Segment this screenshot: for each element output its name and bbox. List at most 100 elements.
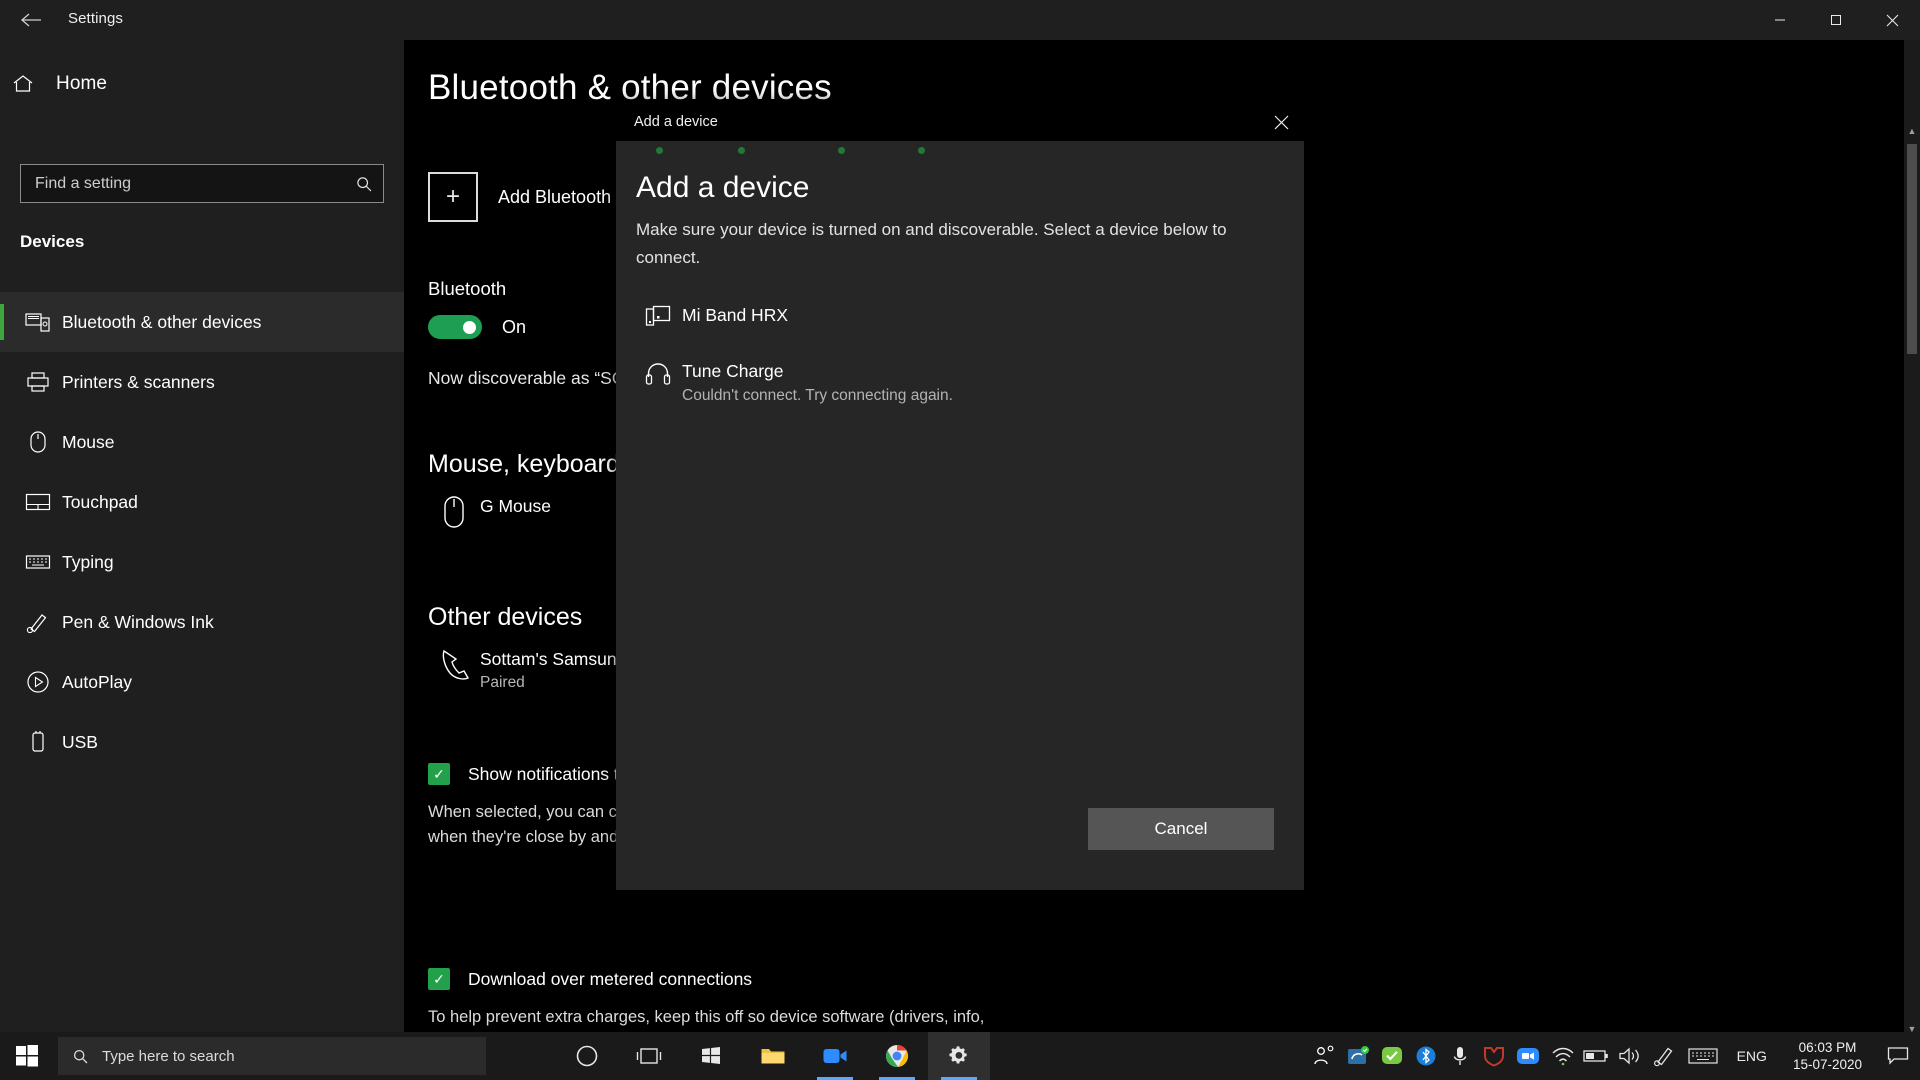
- start-button[interactable]: [0, 1032, 54, 1080]
- sidebar-item-bluetooth-other-devices[interactable]: Bluetooth & other devices: [0, 292, 404, 352]
- bluetooth-icon[interactable]: [1409, 1032, 1443, 1080]
- sidebar-item-home[interactable]: Home: [0, 62, 404, 106]
- sidebar-item-label: Printers & scanners: [62, 371, 215, 392]
- sidebar-item-label: Bluetooth & other devices: [62, 311, 262, 332]
- dialog-titlebar-text: Add a device: [634, 114, 718, 130]
- plus-icon: +: [428, 172, 478, 222]
- maximize-button[interactable]: [1808, 0, 1864, 40]
- taskbar: Type here to search ENG 06:03 PM 15-07-2…: [0, 1032, 1920, 1080]
- cortana-icon[interactable]: [556, 1032, 618, 1080]
- dialog-close-icon[interactable]: [1258, 103, 1304, 141]
- sidebar-item-autoplay[interactable]: AutoPlay: [0, 652, 404, 712]
- sidebar-nav-list: Bluetooth & other devices Printers & sca…: [0, 292, 404, 772]
- task-view-icon[interactable]: [618, 1032, 680, 1080]
- search-icon[interactable]: [345, 176, 383, 192]
- list-item[interactable]: Mi Band HRX: [634, 293, 1284, 349]
- home-icon: [12, 74, 56, 94]
- clock[interactable]: 06:03 PM 15-07-2020: [1779, 1039, 1876, 1073]
- battery-icon[interactable]: [1579, 1032, 1613, 1080]
- phone-icon: [428, 648, 480, 682]
- taskbar-search-box[interactable]: Type here to search: [58, 1037, 486, 1075]
- device-status: Couldn't connect. Try connecting again.: [682, 387, 953, 404]
- pen-tray-icon[interactable]: [1647, 1032, 1681, 1080]
- sidebar-home-label: Home: [56, 73, 108, 94]
- sidebar-item-label: Touchpad: [62, 491, 138, 512]
- progress-dot: [838, 147, 845, 154]
- headphones-icon: [634, 359, 682, 387]
- file-explorer-icon[interactable]: [742, 1032, 804, 1080]
- progress-dot: [738, 147, 745, 154]
- sidebar-item-printers-scanners[interactable]: Printers & scanners: [0, 352, 404, 412]
- bluetooth-devices-icon: [14, 311, 62, 333]
- progress-dot: [656, 147, 663, 154]
- sidebar-item-label: Pen & Windows Ink: [62, 611, 214, 632]
- device-name: Mi Band HRX: [682, 305, 789, 325]
- device-tablet-icon: [634, 303, 682, 329]
- printer-icon: [14, 371, 62, 393]
- scroll-up-arrow-icon[interactable]: ▲: [1904, 122, 1920, 140]
- progress-dot: [918, 147, 925, 154]
- sidebar-item-label: USB: [62, 731, 98, 752]
- toggle-knob: [463, 321, 476, 334]
- mouse-icon: [14, 430, 62, 454]
- microphone-icon[interactable]: [1443, 1032, 1477, 1080]
- device-text-block: Tune Charge Couldn't connect. Try connec…: [682, 359, 953, 405]
- settings-window: Settings Home Devices: [0, 0, 1920, 1080]
- sidebar-item-mouse[interactable]: Mouse: [0, 412, 404, 472]
- cancel-button[interactable]: Cancel: [1088, 808, 1274, 850]
- discovered-device-list: Mi Band HRX Tune Charge Couldn't connect…: [634, 293, 1284, 415]
- meet-now-icon[interactable]: [1307, 1032, 1341, 1080]
- settings-icon[interactable]: [928, 1032, 990, 1080]
- sidebar-group-heading: Devices: [20, 232, 85, 251]
- device-name: G Mouse: [480, 496, 551, 516]
- sidebar-item-typing[interactable]: Typing: [0, 532, 404, 592]
- checkbox-checked-icon[interactable]: ✓: [428, 968, 450, 990]
- find-a-setting-field[interactable]: [20, 164, 384, 203]
- mouse-icon: [428, 495, 480, 529]
- touchpad-icon: [14, 492, 62, 512]
- search-input[interactable]: [21, 165, 345, 202]
- close-button[interactable]: [1864, 0, 1920, 40]
- sidebar-item-label: AutoPlay: [62, 671, 133, 692]
- sidebar-item-pen-windows-ink[interactable]: Pen & Windows Ink: [0, 592, 404, 652]
- wifi-icon[interactable]: [1545, 1032, 1579, 1080]
- action-center-icon[interactable]: [1876, 1032, 1920, 1080]
- microsoft-store-icon[interactable]: [680, 1032, 742, 1080]
- sidebar-item-label: Typing: [62, 551, 114, 572]
- zoom-tray-icon[interactable]: [1511, 1032, 1545, 1080]
- bluetooth-toggle[interactable]: [428, 315, 482, 339]
- chrome-icon[interactable]: [866, 1032, 928, 1080]
- clock-date: 15-07-2020: [1792, 1057, 1862, 1072]
- sidebar-item-label: Mouse: [62, 431, 115, 452]
- mcafee-icon[interactable]: [1477, 1032, 1511, 1080]
- caption-buttons: [1752, 0, 1920, 40]
- taskbar-app-icons: [556, 1032, 990, 1080]
- sidebar-item-touchpad[interactable]: Touchpad: [0, 472, 404, 532]
- scrollbar-thumb[interactable]: [1907, 144, 1917, 354]
- page-title: Bluetooth & other devices: [428, 68, 832, 107]
- page-scrollbar[interactable]: ▲ ▼: [1904, 40, 1920, 1040]
- bluetooth-toggle-row[interactable]: On: [428, 315, 526, 339]
- minimize-button[interactable]: [1752, 0, 1808, 40]
- metered-connections-label: Download over metered connections: [468, 968, 753, 989]
- device-row-mouse[interactable]: G Mouse: [428, 495, 551, 529]
- nvidia-icon[interactable]: [1341, 1032, 1375, 1080]
- language-indicator[interactable]: ENG: [1725, 1048, 1779, 1064]
- window-titlebar: Settings: [0, 0, 1920, 40]
- sidebar-item-usb[interactable]: USB: [0, 712, 404, 772]
- zoom-icon[interactable]: [804, 1032, 866, 1080]
- dialog-progress-dots: [616, 141, 1304, 163]
- antivirus-check-icon[interactable]: [1375, 1032, 1409, 1080]
- system-tray: ENG 06:03 PM 15-07-2020: [1307, 1032, 1920, 1080]
- clock-time: 06:03 PM: [1798, 1040, 1857, 1055]
- add-a-device-dialog: Add a device Add a device Make sure your…: [616, 103, 1304, 890]
- list-item[interactable]: Tune Charge Couldn't connect. Try connec…: [634, 349, 1284, 415]
- bluetooth-toggle-state: On: [502, 316, 527, 337]
- volume-icon[interactable]: [1613, 1032, 1647, 1080]
- touch-keyboard-icon[interactable]: [1681, 1032, 1725, 1080]
- checkbox-checked-icon[interactable]: ✓: [428, 763, 450, 785]
- pen-icon: [14, 611, 62, 633]
- back-button[interactable]: [8, 4, 54, 36]
- keyboard-icon: [14, 553, 62, 571]
- metered-connections-checkbox-row[interactable]: ✓ Download over metered connections: [428, 968, 752, 990]
